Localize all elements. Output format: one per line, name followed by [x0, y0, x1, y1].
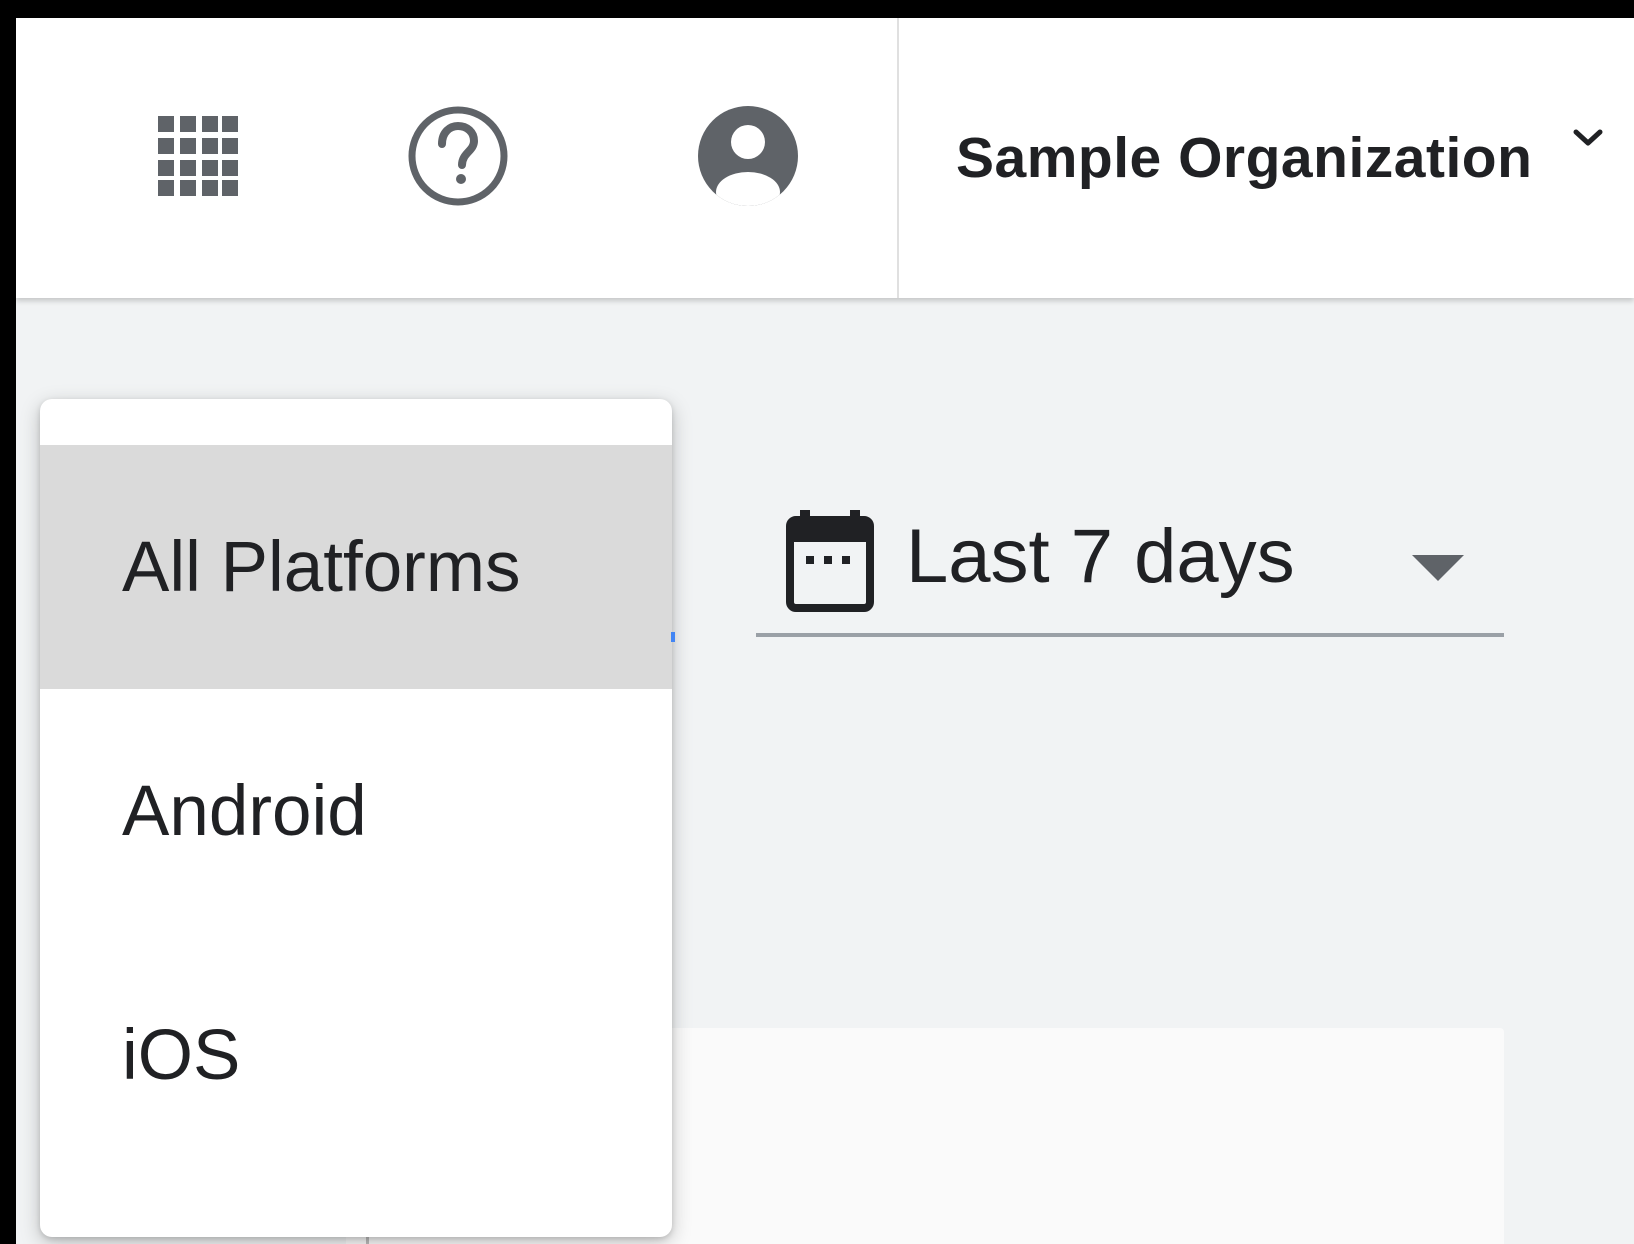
account-circle-icon [698, 106, 798, 206]
platform-dropdown-menu: All Platforms Android iOS [40, 399, 672, 1237]
platform-select-focus-indicator [671, 632, 675, 642]
apps-button[interactable] [146, 104, 250, 208]
menu-item-all-platforms[interactable]: All Platforms [40, 445, 672, 689]
date-range-value: Last 7 days [906, 514, 1295, 599]
chevron-down-icon [1572, 127, 1604, 149]
menu-item-ios[interactable]: iOS [40, 933, 672, 1177]
help-circle-icon [408, 106, 508, 206]
organization-name: Sample Organization [956, 126, 1533, 190]
account-button[interactable] [696, 104, 800, 208]
calendar-icon [786, 510, 874, 612]
menu-item-android[interactable]: Android [40, 689, 672, 933]
topbar-divider [897, 18, 899, 298]
top-app-bar: Sample Organization [16, 18, 1634, 298]
app-frame: Sample Organization Last 7 days All Plat… [16, 18, 1634, 1244]
date-range-select[interactable]: Last 7 days [756, 483, 1504, 637]
apps-grid-icon [158, 116, 238, 196]
caret-down-icon [1412, 555, 1464, 581]
help-button[interactable] [406, 104, 510, 208]
organization-selector[interactable]: Sample Organization [956, 118, 1604, 198]
